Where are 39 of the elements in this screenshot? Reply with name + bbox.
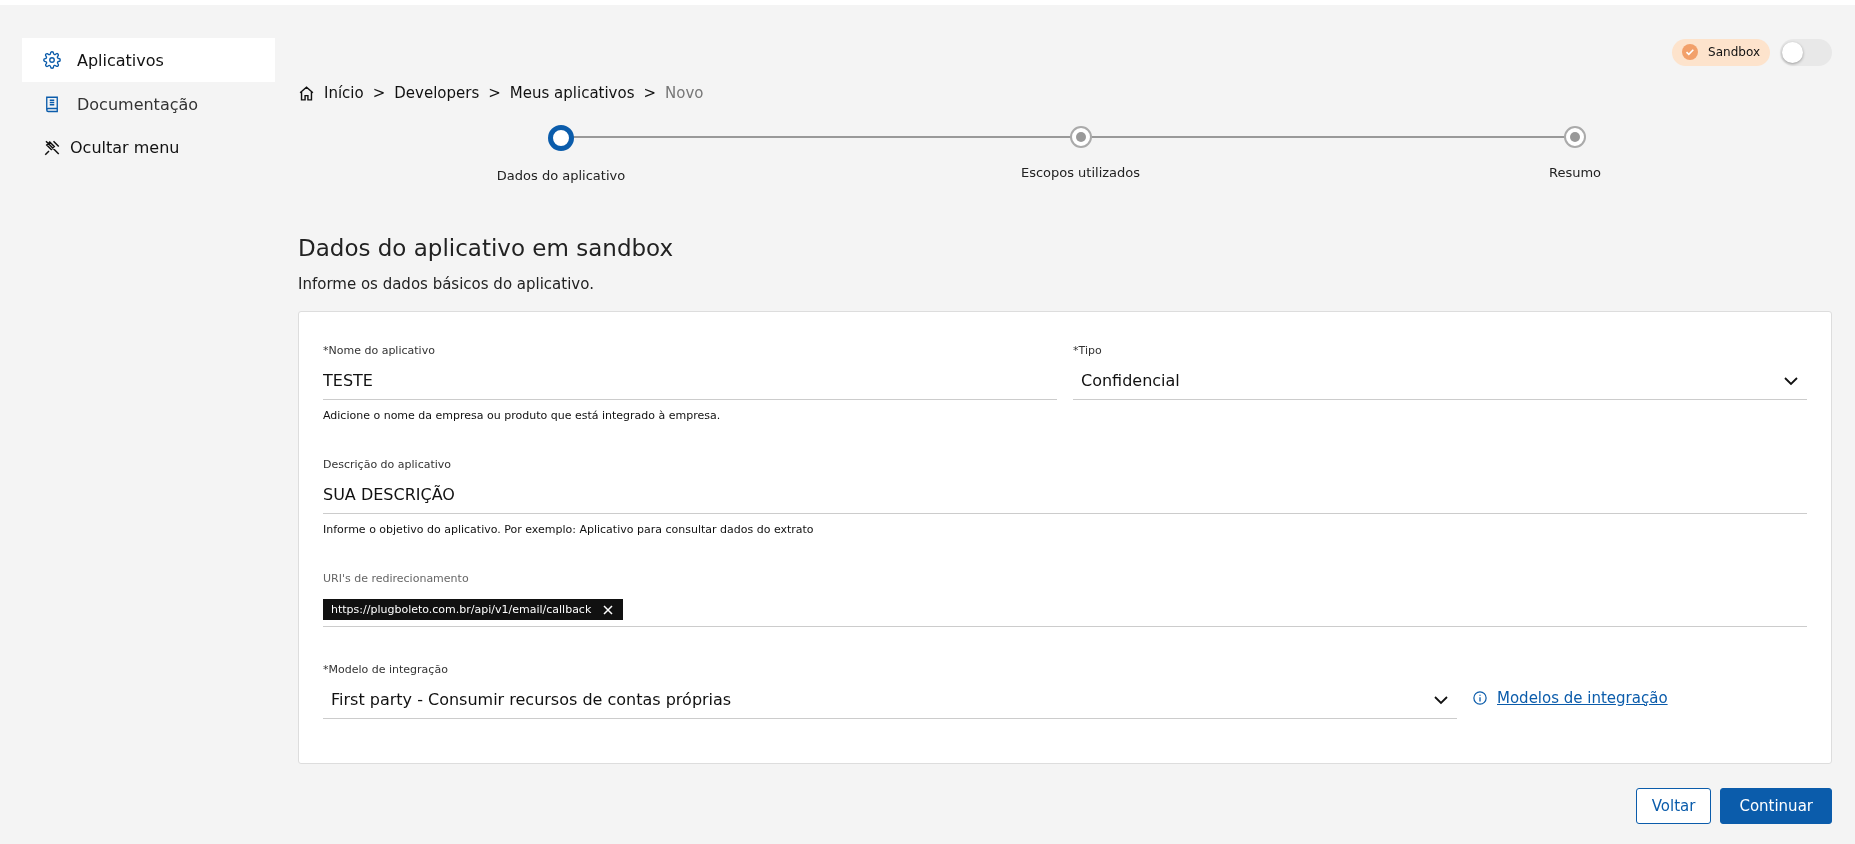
field-label: Descrição do aplicativo: [323, 458, 453, 471]
integration-model-select[interactable]: First party - Consumir recursos de contas próprias: [323, 676, 1457, 719]
description-field[interactable]: SUA DESCRIÇÃO: [323, 471, 1807, 514]
breadcrumb-link[interactable]: Developers: [394, 84, 480, 102]
continue-button[interactable]: Continuar: [1720, 788, 1832, 824]
field-label: *Tipo: [1073, 344, 1103, 357]
close-icon[interactable]: [603, 604, 614, 615]
check-icon: [1682, 44, 1699, 60]
gear-icon: [43, 51, 61, 69]
step-label: Dados do aplicativo: [496, 168, 626, 183]
pin-off-icon: [43, 138, 61, 157]
field-hint: Informe o objetivo do aplicativo. Por exemplo: Aplicativo para consultar dados do extrato: [323, 523, 815, 536]
info-icon: [1473, 690, 1487, 705]
field-label: *Modelo de integração: [323, 663, 449, 676]
page-title: Dados do aplicativo em sandbox: [298, 235, 675, 261]
breadcrumb-link[interactable]: Meus aplicativos: [509, 84, 635, 102]
hide-menu-button[interactable]: Ocultar menu: [22, 126, 180, 157]
breadcrumb-link[interactable]: Início: [324, 84, 364, 102]
sandbox-label: Sandbox: [1708, 45, 1760, 59]
sandbox-toggle[interactable]: [1780, 38, 1832, 66]
page-subtitle: Informe os dados básicos do aplicativo.: [298, 275, 595, 293]
breadcrumb-separator: >: [488, 84, 501, 102]
app-name-field[interactable]: TESTE: [323, 357, 1057, 400]
field-hint: Adicione o nome da empresa ou produto que está integrado à empresa.: [323, 409, 722, 422]
step-label: Resumo: [1548, 165, 1602, 180]
sidebar-item[interactable]: Aplicativos: [22, 38, 275, 82]
step-label: Escopos utilizados: [1020, 165, 1141, 180]
type-select[interactable]: Confidencial: [1073, 357, 1807, 400]
field-label: *Nome do aplicativo: [323, 344, 436, 357]
breadcrumb-separator: >: [372, 84, 386, 102]
uri-tag-text: https://plugboleto.com.br/api/v1/email/callback: [331, 603, 592, 616]
home-icon[interactable]: [298, 84, 315, 102]
book-icon: [43, 95, 61, 113]
field-label: URI's de redirecionamento: [323, 572, 470, 585]
breadcrumb-separator: >: [643, 84, 657, 102]
sidebar-item[interactable]: Documentação: [22, 82, 275, 126]
back-button[interactable]: Voltar: [1635, 788, 1712, 824]
integration-models-link[interactable]: Modelos de integração: [1497, 688, 1668, 707]
uri-tag-field[interactable]: https://plugboleto.com.br/api/v1/email/callback: [323, 585, 1807, 627]
